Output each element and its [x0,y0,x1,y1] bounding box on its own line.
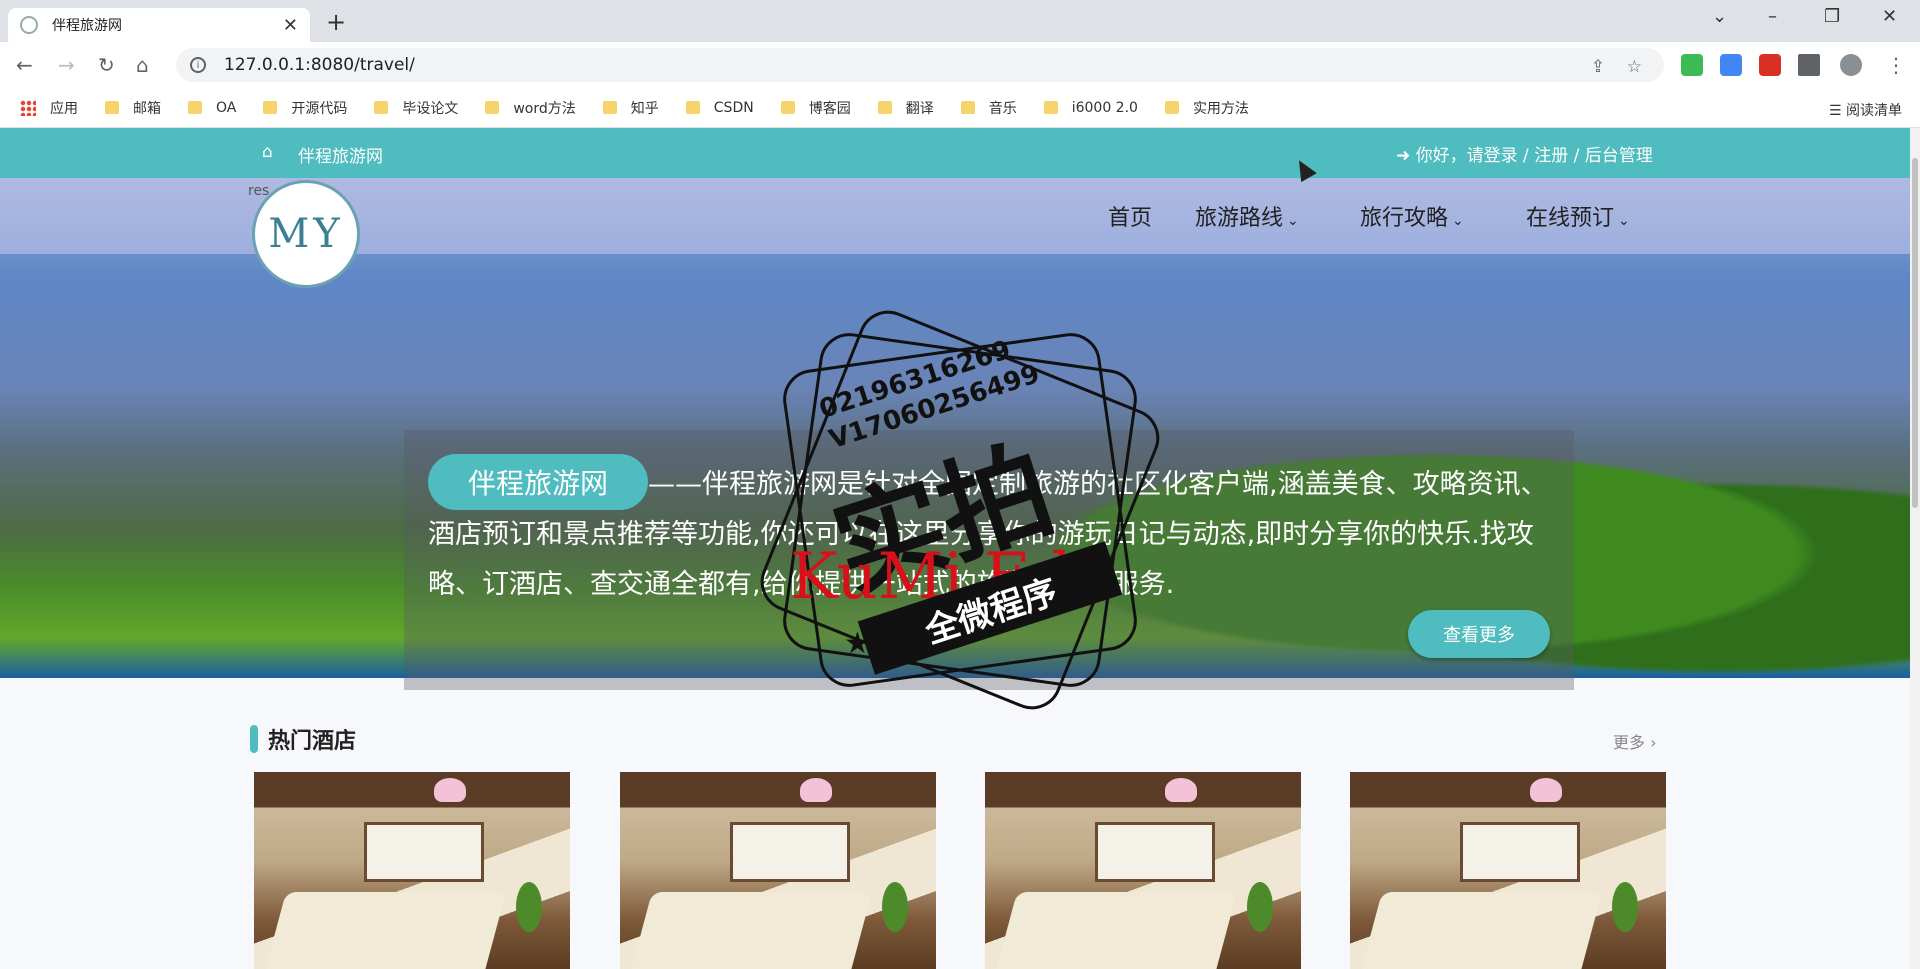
hotels-more-link[interactable]: 更多 › [1613,729,1657,753]
back-icon[interactable]: ← [16,53,33,77]
bookmark-item[interactable]: word方法 [485,98,576,118]
hotel-card-image[interactable] [1350,772,1666,969]
share-star-icons[interactable]: ⇪ ☆ [1591,57,1642,77]
address-bar[interactable]: i 127.0.0.1:8080/travel/ ⇪ ☆ [176,48,1664,82]
bookmark-item[interactable]: CSDN [685,100,754,116]
hotel-card-image[interactable] [620,772,936,969]
view-more-button[interactable]: 查看更多 [1408,610,1550,658]
folder-icon [188,101,202,114]
site-name-link[interactable]: 伴程旅游网 [298,142,383,167]
bookmark-item[interactable]: 开源代码 [263,98,347,118]
bookmark-item[interactable]: OA [188,100,236,116]
folder-icon [960,101,975,114]
profile-avatar-icon[interactable] [1840,54,1862,76]
folder-icon [263,101,278,114]
site-favicon-icon [20,16,38,34]
folder-icon [374,101,389,114]
bookmark-apps[interactable]: 应用 [50,98,78,118]
bookmark-item[interactable]: 翻译 [877,98,934,118]
nav-home[interactable]: 首页 [1108,200,1152,232]
folder-icon [1043,101,1058,114]
shield-extension-icon[interactable] [1681,54,1703,76]
home-icon[interactable]: ⌂ [136,53,149,77]
translate-extension-icon[interactable] [1720,54,1742,76]
fe-extension-icon[interactable] [1759,54,1781,76]
folder-icon [780,101,795,114]
url-text: 127.0.0.1:8080/travel/ [224,55,415,75]
browser-tabstrip: 伴程旅游网 ✕ + ⌄ – ❐ ✕ [0,0,1920,42]
page-scrollbar[interactable] [1910,128,1920,969]
bookmark-item[interactable]: 音乐 [960,98,1017,118]
nav-guides[interactable]: 旅行攻略 ⌄ [1360,200,1464,232]
forward-icon[interactable]: → [58,53,75,77]
folder-icon [685,101,700,114]
chevron-down-icon: ⌄ [1452,213,1464,229]
menu-kebab-icon[interactable]: ⋮ [1886,53,1906,77]
minimize-icon[interactable]: – [1768,6,1777,27]
bookmarks-bar: 应用 邮箱 OA 开源代码 毕设论文 word方法 知乎 CSDN 博客园 翻译… [0,88,1920,128]
site-topbar: ⌂ 伴程旅游网 ➜ 你好，请登录 / 注册 / 后台管理 [0,128,1910,178]
bookmark-item[interactable]: 邮箱 [105,98,161,118]
restore-icon[interactable]: ❐ [1824,6,1840,27]
extensions-puzzle-icon[interactable] [1798,54,1820,76]
bookmark-item[interactable]: 毕设论文 [374,98,458,118]
new-tab-icon[interactable]: + [326,8,346,36]
bookmark-item[interactable]: 博客园 [780,98,851,118]
chevron-down-icon: ⌄ [1287,213,1299,229]
title-accent-bar [250,725,258,753]
hot-hotels-title: 热门酒店 [250,723,356,755]
folder-icon [485,101,500,114]
hotel-card-image[interactable] [254,772,570,969]
folder-icon [877,101,892,114]
reload-icon[interactable]: ↻ [98,53,115,77]
nav-booking[interactable]: 在线预订 ⌄ [1526,200,1630,232]
bookmark-item[interactable]: 知乎 [602,98,659,118]
folder-icon [105,101,119,114]
browser-toolbar: ← → ↻ ⌂ i 127.0.0.1:8080/travel/ ⇪ ☆ ⋮ [0,42,1920,88]
site-info-icon[interactable]: i [190,57,206,73]
hotel-card-image[interactable] [985,772,1301,969]
tab-close-icon[interactable]: ✕ [283,15,298,36]
apps-grid-icon[interactable] [20,99,36,116]
home-icon[interactable]: ⌂ [262,142,273,162]
site-logo[interactable]: MY [252,180,360,288]
folder-icon [1164,101,1179,114]
browser-tab[interactable]: 伴程旅游网 ✕ [8,8,310,42]
tab-search-icon[interactable]: ⌄ [1712,6,1727,27]
bookmark-item[interactable]: 实用方法 [1164,98,1249,118]
login-icon: ➜ [1396,146,1411,166]
reading-list[interactable]: ☰ 阅读清单 [1829,100,1902,120]
chevron-down-icon: ⌄ [1618,213,1630,229]
intro-panel: ——伴程旅游网是针对全国定制旅游的社区化客户端,涵盖美食、攻略资讯、酒店预订和景… [404,430,1574,690]
window-close-icon[interactable]: ✕ [1882,6,1897,27]
folder-icon [602,101,617,114]
bookmark-item[interactable]: i6000 2.0 [1043,100,1138,116]
intro-site-pill: 伴程旅游网 [428,454,648,510]
nav-routes[interactable]: 旅游路线 ⌄ [1195,200,1299,232]
scrollbar-thumb[interactable] [1912,158,1918,508]
tab-title: 伴程旅游网 [52,18,122,34]
account-links[interactable]: ➜ 你好，请登录 / 注册 / 后台管理 [1396,141,1653,166]
